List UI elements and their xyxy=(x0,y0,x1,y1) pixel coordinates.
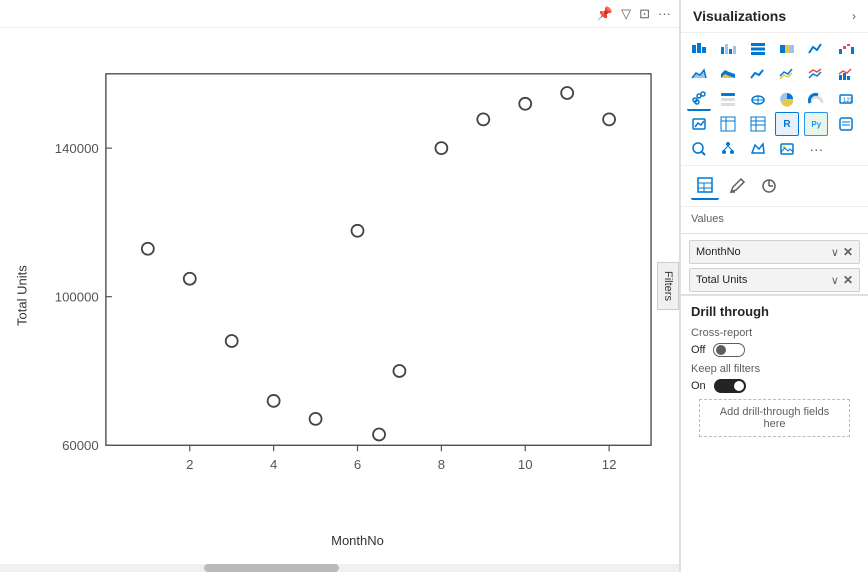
kpi-icon[interactable] xyxy=(687,112,711,136)
combo-icon[interactable] xyxy=(834,62,858,86)
map-icon[interactable] xyxy=(746,87,770,111)
cross-report-thumb xyxy=(716,345,726,355)
svg-text:60000: 60000 xyxy=(62,438,99,453)
panel-title: Visualizations xyxy=(693,8,786,24)
viz-icons-grid: 123 R Py ··· xyxy=(681,33,868,166)
monthno-remove-icon[interactable]: ✕ xyxy=(843,245,853,259)
stacked-bar2-icon[interactable] xyxy=(746,37,770,61)
drill-through-title: Drill through xyxy=(691,304,858,319)
area-chart-icon[interactable] xyxy=(687,62,711,86)
svg-text:140000: 140000 xyxy=(55,141,99,156)
matrix-icon[interactable] xyxy=(716,112,740,136)
monthno-expand-icon[interactable]: ∨ xyxy=(831,246,839,259)
keep-filters-option: Keep all filters On xyxy=(691,363,858,393)
keep-filters-label: Keep all filters xyxy=(691,363,858,375)
total-units-expand-icon[interactable]: ∨ xyxy=(831,274,839,287)
fields-tool[interactable] xyxy=(691,172,719,200)
line-stacked-icon[interactable] xyxy=(804,62,828,86)
waterfall-icon[interactable] xyxy=(834,37,858,61)
scatter-svg: 60000 100000 140000 2 4 6 8 xyxy=(46,38,669,529)
keep-filters-toggle-row: On xyxy=(691,379,858,393)
panel-expand-icon[interactable]: › xyxy=(852,9,856,23)
line-cluster-icon[interactable] xyxy=(775,62,799,86)
svg-text:6: 6 xyxy=(354,457,361,472)
analytics-tool[interactable] xyxy=(755,172,783,200)
shape-map-icon[interactable] xyxy=(746,137,770,161)
ellipsis-icon[interactable]: ··· xyxy=(658,6,671,21)
x-axis-label: MonthNo xyxy=(46,529,669,554)
table-icon[interactable] xyxy=(746,112,770,136)
keep-filters-state: On xyxy=(691,380,706,392)
keep-filters-thumb xyxy=(734,381,744,391)
slicer-icon[interactable] xyxy=(716,87,740,111)
drill-through-section: Drill through Cross-report Off Keep all … xyxy=(681,294,868,447)
scrollbar-thumb[interactable] xyxy=(204,564,340,572)
chart-scrollbar[interactable] xyxy=(0,564,679,572)
svg-text:12: 12 xyxy=(602,457,617,472)
svg-text:100000: 100000 xyxy=(55,289,99,304)
total-units-label: Total Units xyxy=(696,274,747,286)
keep-filters-track[interactable] xyxy=(714,379,746,393)
pie-chart-icon[interactable] xyxy=(775,87,799,111)
cluster-bar-icon[interactable] xyxy=(716,37,740,61)
focus-icon[interactable]: ⊡ xyxy=(639,6,650,22)
bar-100-icon[interactable] xyxy=(775,37,799,61)
separator-1 xyxy=(681,233,868,234)
cross-report-toggle[interactable] xyxy=(713,343,745,357)
chart-toolbar: 📌 ▽ ⊡ ··· xyxy=(0,0,679,28)
card-icon[interactable]: 123 xyxy=(834,87,858,111)
y-axis-label: Total Units xyxy=(8,38,36,554)
total-units-actions: ∨ ✕ xyxy=(831,273,853,287)
panel-tools xyxy=(681,166,868,207)
more-visuals-icon[interactable]: ··· xyxy=(804,137,828,161)
monthno-actions: ∨ ✕ xyxy=(831,245,853,259)
filter-icon[interactable]: ▽ xyxy=(621,6,631,22)
decomp-tree-icon[interactable] xyxy=(716,137,740,161)
values-section-label: Values xyxy=(681,207,868,229)
line-chart-icon[interactable] xyxy=(746,62,770,86)
chart-inner: 60000 100000 140000 2 4 6 8 xyxy=(36,38,669,554)
ribbon-icon[interactable] xyxy=(804,37,828,61)
scatter-container: 60000 100000 140000 2 4 6 8 xyxy=(46,38,669,529)
gauge-icon[interactable] xyxy=(804,87,828,111)
r-visual-icon[interactable]: R xyxy=(775,112,799,136)
python-visual-icon[interactable]: Py xyxy=(804,112,828,136)
scatter-chart-icon[interactable] xyxy=(687,87,711,111)
monthno-field[interactable]: MonthNo ∨ ✕ xyxy=(689,240,860,264)
svg-text:8: 8 xyxy=(438,457,445,472)
format-tool[interactable] xyxy=(723,172,751,200)
chart-wrapper: Total Units 60000 100000 140000 xyxy=(0,28,679,564)
cross-report-option: Cross-report Off xyxy=(691,327,858,357)
total-units-remove-icon[interactable]: ✕ xyxy=(843,273,853,287)
svg-text:4: 4 xyxy=(270,457,277,472)
pin-icon[interactable]: 📌 xyxy=(597,6,613,22)
stacked-bar-icon[interactable] xyxy=(687,37,711,61)
monthno-label: MonthNo xyxy=(696,246,741,258)
filters-tab[interactable]: Filters xyxy=(657,262,679,310)
cross-report-state: Off xyxy=(691,344,705,356)
qa-icon[interactable] xyxy=(687,137,711,161)
svg-text:2: 2 xyxy=(186,457,193,472)
smart-narrative-icon[interactable] xyxy=(834,112,858,136)
svg-text:123: 123 xyxy=(843,98,854,104)
svg-text:10: 10 xyxy=(518,457,533,472)
cross-report-track[interactable] xyxy=(713,343,745,357)
add-drillthrough-fields[interactable]: Add drill-through fields here xyxy=(699,399,850,437)
chart-area: 📌 ▽ ⊡ ··· Total Units 60000 100000 14000… xyxy=(0,0,680,572)
total-units-field[interactable]: Total Units ∨ ✕ xyxy=(689,268,860,292)
cross-report-label: Cross-report xyxy=(691,327,858,339)
image-icon[interactable] xyxy=(775,137,799,161)
visualizations-panel: Visualizations › xyxy=(680,0,868,572)
stacked-area-icon[interactable] xyxy=(716,62,740,86)
keep-filters-toggle[interactable] xyxy=(714,379,746,393)
panel-header: Visualizations › xyxy=(681,0,868,33)
cross-report-toggle-row: Off xyxy=(691,343,858,357)
